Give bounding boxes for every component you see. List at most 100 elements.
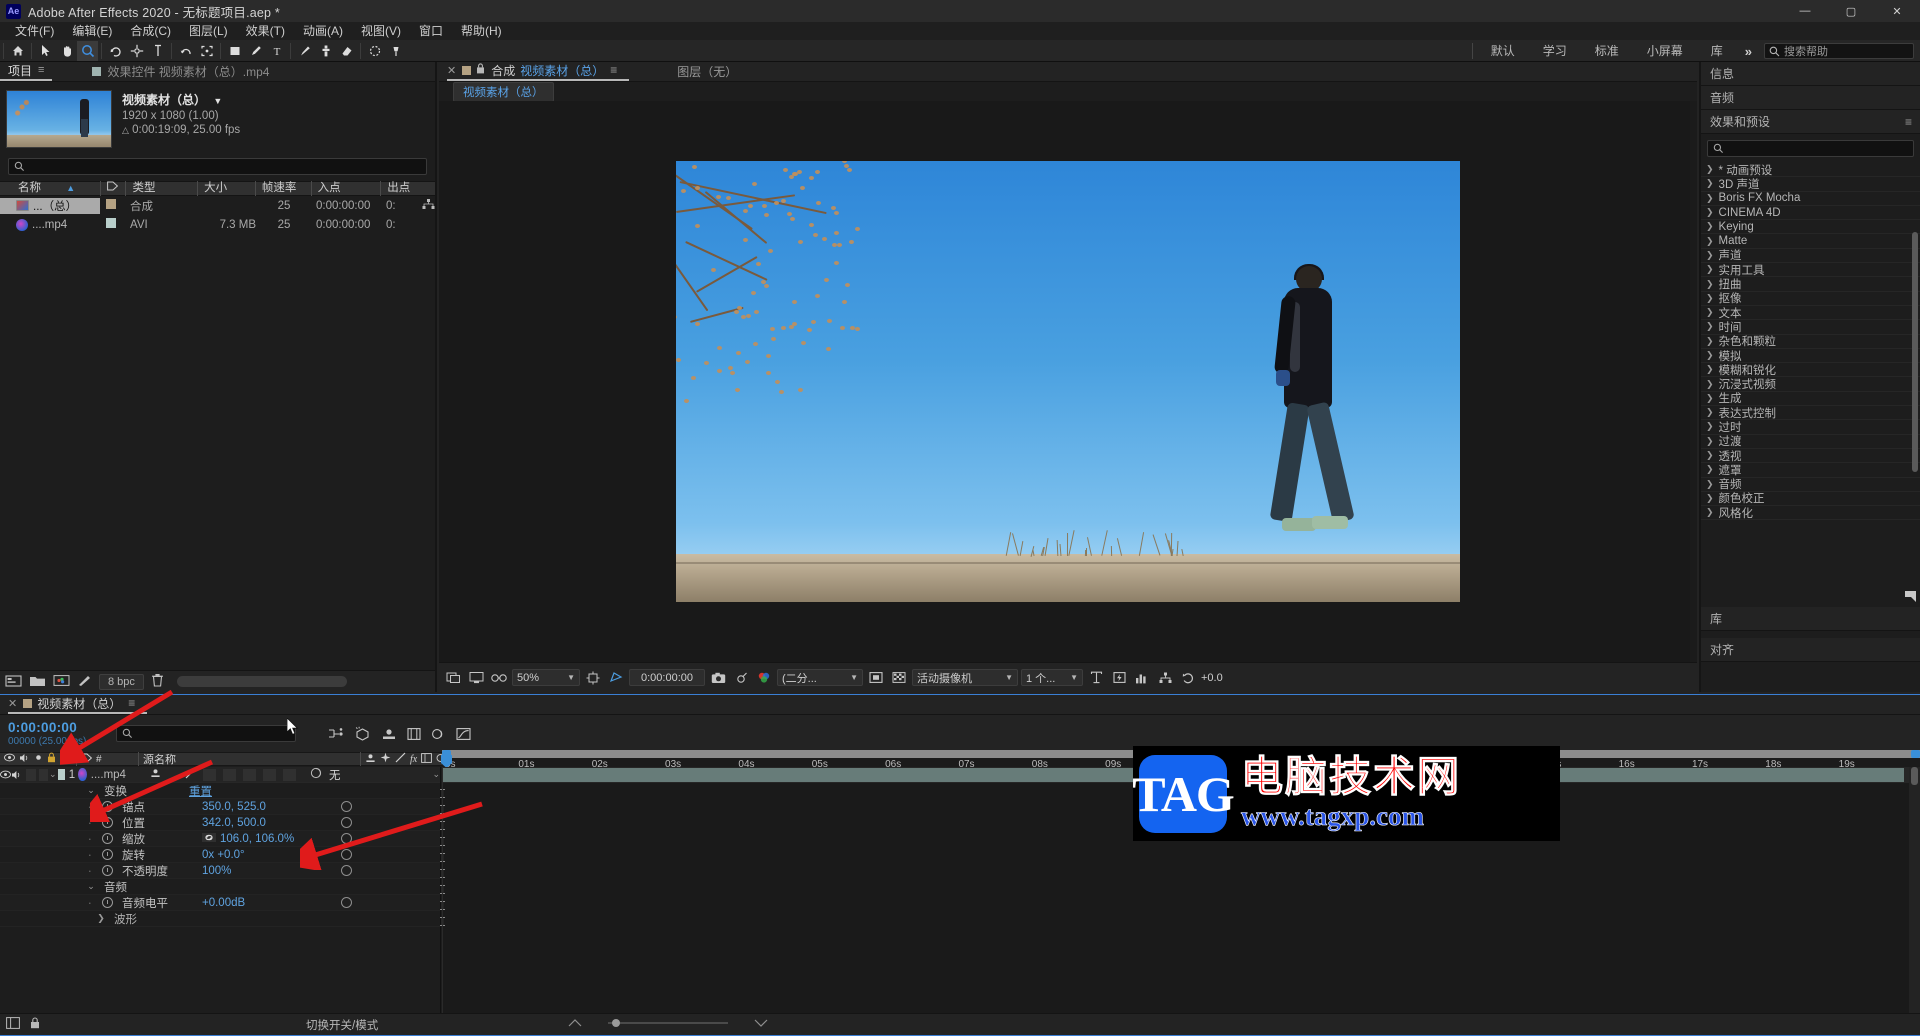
effect-category-4[interactable]: ❯ Keying: [1701, 220, 1920, 234]
keyframe-navigator-icon[interactable]: [341, 865, 352, 876]
chevron-right-icon[interactable]: ❯: [1706, 221, 1714, 232]
panel-menu-icon[interactable]: ≡: [610, 63, 617, 77]
column-type[interactable]: 类型: [125, 181, 197, 196]
table-row[interactable]: ....mp4 AVI 7.3 MB 25 0:00:00:00 0:: [0, 215, 435, 234]
parent-pick-whip-icon[interactable]: [310, 767, 322, 782]
layer-visibility-icon[interactable]: [0, 770, 11, 779]
column-framerate[interactable]: 帧速率: [255, 181, 311, 196]
frame-blend-icon[interactable]: [421, 753, 432, 766]
chevron-right-icon[interactable]: ❯: [1706, 307, 1714, 318]
quality-icon[interactable]: [395, 752, 406, 766]
tab-layer[interactable]: 图层（无）: [677, 61, 749, 81]
workspace-libraries[interactable]: 库: [1697, 40, 1737, 62]
help-search-input[interactable]: 搜索帮助: [1764, 43, 1914, 59]
column-out[interactable]: 出点: [380, 181, 435, 196]
frame-blending-icon[interactable]: [407, 727, 421, 741]
chevron-right-icon[interactable]: ❯: [1706, 393, 1714, 404]
layer-name[interactable]: ....mp4: [91, 769, 126, 781]
chevron-right-icon[interactable]: ❯: [1706, 279, 1714, 290]
chevron-right-icon[interactable]: ❯: [1706, 407, 1714, 418]
text-tool-icon[interactable]: T: [266, 41, 287, 61]
eraser-tool-icon[interactable]: [336, 41, 357, 61]
property-row[interactable]: · 缩放 106.0, 106.0%: [0, 831, 440, 847]
chevron-right-icon[interactable]: ❯: [1706, 207, 1714, 218]
collapse-transformations-icon[interactable]: [380, 752, 391, 766]
resize-grip-icon[interactable]: [1905, 591, 1916, 602]
tab-timeline-composition[interactable]: ✕ 视频素材（总） ≡: [8, 694, 147, 714]
toggle-switches-modes-icon[interactable]: [6, 1017, 20, 1032]
chevron-right-icon[interactable]: ❯: [1706, 379, 1714, 390]
eye-icon[interactable]: [4, 753, 15, 765]
chevron-right-icon[interactable]: ❯: [1706, 493, 1714, 504]
time-navigator-end[interactable]: [1911, 750, 1920, 758]
group-expand-chevron-icon[interactable]: ⌄: [84, 785, 98, 796]
menu-edit[interactable]: 编辑(E): [63, 22, 121, 40]
property-value[interactable]: +0.00dB: [202, 897, 245, 909]
pin-tool-icon[interactable]: [385, 41, 406, 61]
workspace-default[interactable]: 默认: [1477, 40, 1529, 62]
audio-icon[interactable]: [19, 753, 30, 766]
composition-subtab-chip[interactable]: 视频素材（总）: [453, 82, 554, 102]
reset-exposure-icon[interactable]: [1178, 668, 1198, 688]
zoom-tool-icon[interactable]: [77, 41, 98, 61]
panel-menu-icon[interactable]: ≡: [1905, 115, 1912, 129]
anchor-point-tool-icon[interactable]: [126, 41, 147, 61]
stopwatch-icon[interactable]: [102, 865, 113, 876]
parent-value[interactable]: 无: [329, 767, 341, 783]
table-row[interactable]: ...（总） 合成 25 0:00:00:00 0:: [0, 196, 435, 215]
always-preview-icon[interactable]: [443, 668, 463, 688]
view-layout-select[interactable]: 1 个... ▼: [1021, 669, 1083, 686]
property-row[interactable]: · 锚点 350.0, 525.0: [0, 799, 440, 815]
property-value[interactable]: 350.0, 525.0: [202, 801, 266, 813]
timeline-zoom-in-icon[interactable]: [754, 1017, 768, 1032]
clone-stamp-tool-icon[interactable]: [315, 41, 336, 61]
chevron-right-icon[interactable]: ❯: [1706, 364, 1714, 375]
close-button[interactable]: ✕: [1874, 0, 1920, 22]
toggle-switches-modes-lock-icon[interactable]: [30, 1017, 40, 1032]
tab-project[interactable]: 项目 ≡: [0, 61, 52, 81]
keyframe-navigator-icon[interactable]: [341, 849, 352, 860]
property-group-reset[interactable]: 重置: [189, 783, 212, 799]
hide-shy-layers-icon[interactable]: [381, 727, 397, 741]
column-name[interactable]: 名称 ▲: [0, 181, 100, 196]
property-value[interactable]: 0x +0.0°: [202, 849, 245, 861]
timecode-display[interactable]: 0:00:00:00 00000 (25.00 fps): [0, 720, 116, 747]
layer-row[interactable]: ⌄ 1 ....mp4 无 ⌄: [0, 767, 440, 783]
layer-audio-icon[interactable]: [11, 770, 22, 780]
property-value[interactable]: 106.0, 106.0%: [220, 833, 294, 845]
draft-3d-icon[interactable]: [354, 726, 371, 741]
shy-icon[interactable]: [365, 753, 376, 766]
property-row[interactable]: · 位置 342.0, 500.0: [0, 815, 440, 831]
close-tab-icon[interactable]: ✕: [8, 697, 17, 710]
parent-dropdown-chevron-icon[interactable]: ⌄: [432, 769, 440, 780]
tab-libraries[interactable]: 库: [1701, 607, 1920, 631]
delete-icon[interactable]: [151, 673, 164, 690]
project-search-input[interactable]: [8, 158, 427, 175]
new-folder-icon[interactable]: [5, 674, 22, 690]
lock-icon[interactable]: [47, 752, 56, 766]
shape-tool-icon[interactable]: [224, 41, 245, 61]
timeline-zoom-out-icon[interactable]: [568, 1017, 582, 1032]
property-value[interactable]: 100%: [202, 865, 231, 877]
property-group-row[interactable]: ⌄ 变换 重置: [0, 783, 440, 799]
comp-flowchart-icon[interactable]: [1155, 668, 1175, 688]
fast-previews-icon[interactable]: [1109, 668, 1129, 688]
lock-icon[interactable]: [476, 63, 485, 77]
zoom-level-select[interactable]: 50% ▼: [512, 669, 580, 686]
layer-quality-toggle[interactable]: [185, 768, 196, 782]
effect-category-1[interactable]: ❯ 3D 声道: [1701, 177, 1920, 191]
property-row[interactable]: · 不透明度 100%: [0, 863, 440, 879]
workspace-standard[interactable]: 标准: [1581, 40, 1633, 62]
region-of-interest-icon[interactable]: [606, 668, 626, 688]
stopwatch-icon[interactable]: [102, 833, 113, 844]
chevron-right-icon[interactable]: ❯: [1706, 436, 1714, 447]
snapshot-icon[interactable]: [708, 668, 728, 688]
column-label-tag[interactable]: [100, 181, 126, 196]
resolution-select[interactable]: (二分... ▼: [777, 669, 863, 686]
composition-mini-flowchart-icon[interactable]: [328, 727, 344, 741]
graph-editor-icon[interactable]: [456, 727, 471, 741]
waveform-row[interactable]: ❯ 波形: [0, 911, 440, 927]
solo-icon[interactable]: [34, 753, 43, 765]
chevron-right-icon[interactable]: ❯: [1706, 164, 1714, 175]
tab-align[interactable]: 对齐: [1701, 638, 1920, 662]
